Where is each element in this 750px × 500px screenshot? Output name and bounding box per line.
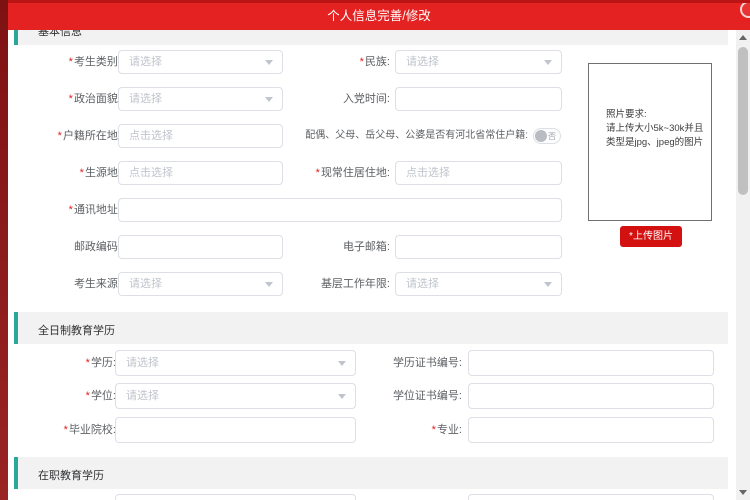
email-field xyxy=(395,235,562,259)
graduate-school-field xyxy=(115,417,356,443)
section-onjob-education-label: 在职教育学历 xyxy=(38,467,104,483)
label-mailing-address: *通讯地址: xyxy=(10,198,121,222)
chevron-down-icon xyxy=(338,361,346,366)
modal-header: 个人信息完善/修改 xyxy=(8,0,750,30)
required-star: * xyxy=(69,204,73,216)
toggle-state-label: 否 xyxy=(548,132,556,142)
chevron-down-icon xyxy=(338,394,346,399)
onjob-cert-field-partial[interactable] xyxy=(468,494,714,500)
label-candidate-type: *考生类别: xyxy=(10,50,121,74)
section-fulltime-education: 全日制教育学历 xyxy=(14,312,728,344)
required-star: * xyxy=(64,424,68,436)
graduate-school-input[interactable] xyxy=(116,418,355,442)
candidate-type-select[interactable]: 请选择 xyxy=(118,50,283,74)
required-star: * xyxy=(86,357,90,369)
page-edge-backdrop xyxy=(0,0,8,500)
mailing-address-field xyxy=(118,198,562,222)
label-postal-code: 邮政编码: xyxy=(10,235,121,259)
education-select[interactable]: 请选择 xyxy=(115,350,356,376)
label-candidate-source: 考生来源: xyxy=(10,272,121,296)
party-join-time-field xyxy=(395,87,562,111)
political-status-select[interactable]: 请选择 xyxy=(118,87,283,111)
required-star: * xyxy=(360,56,364,68)
toggle-knob xyxy=(535,130,547,142)
vertical-scrollbar xyxy=(736,30,750,500)
postal-code-input[interactable] xyxy=(119,236,282,258)
modal-title: 个人信息完善/修改 xyxy=(8,3,750,29)
chevron-down-icon xyxy=(265,60,273,65)
education-cert-no-input[interactable] xyxy=(469,351,713,375)
photo-requirements-title: 照片要求: xyxy=(606,109,647,120)
label-relatives-hukou-question: 配偶、父母、岳父母、公婆是否有河北省常住户籍: xyxy=(298,124,528,148)
required-star: * xyxy=(58,130,62,142)
political-status-placeholder: 请选择 xyxy=(119,88,282,110)
label-ethnicity: *民族: xyxy=(290,50,390,74)
candidate-source-placeholder: 请选择 xyxy=(119,273,282,295)
upload-photo-button[interactable]: *上传图片 xyxy=(620,226,682,247)
required-star: * xyxy=(432,424,436,436)
candidate-source-select[interactable]: 请选择 xyxy=(118,272,283,296)
household-location-field xyxy=(118,124,283,148)
label-degree-cert-no: 学位证书编号: xyxy=(362,383,462,409)
scrollbar-thumb[interactable] xyxy=(738,47,748,195)
required-star: * xyxy=(69,56,73,68)
chevron-down-icon xyxy=(544,282,552,287)
party-join-time-input[interactable] xyxy=(396,88,561,110)
education-cert-no-field xyxy=(468,350,714,376)
degree-cert-no-field xyxy=(468,383,714,409)
chevron-down-icon xyxy=(544,60,552,65)
chevron-down-icon xyxy=(265,282,273,287)
education-placeholder: 请选择 xyxy=(116,351,355,375)
email-input[interactable] xyxy=(396,236,561,258)
major-input[interactable] xyxy=(469,418,713,442)
label-graduate-school: *毕业院校: xyxy=(10,417,116,443)
label-party-join-time: 入党时间: xyxy=(290,87,390,111)
current-residence-field xyxy=(395,161,562,185)
section-basic-info: 基本信息 xyxy=(14,30,728,45)
label-email: 电子邮箱: xyxy=(290,235,390,259)
scroll-up-icon[interactable] xyxy=(739,35,747,40)
required-star: * xyxy=(69,93,73,105)
degree-select[interactable]: 请选择 xyxy=(115,383,356,409)
candidate-type-placeholder: 请选择 xyxy=(119,51,282,73)
grassroots-years-placeholder: 请选择 xyxy=(396,273,561,295)
photo-requirements-body: 请上传大小5k~30k并且类型是jpg、jpeg的图片 xyxy=(606,123,703,148)
ethnicity-placeholder: 请选择 xyxy=(396,51,561,73)
postal-code-field xyxy=(118,235,283,259)
personal-info-modal: 个人信息完善/修改 基本信息 *考生类别: 请选择 *民族: 请选择 *政治面貌… xyxy=(8,0,750,500)
section-basic-info-label: 基本信息 xyxy=(38,30,82,39)
chevron-down-icon xyxy=(265,97,273,102)
label-household-location: *户籍所在地: xyxy=(10,124,121,148)
label-degree: *学位: xyxy=(10,383,116,409)
section-fulltime-education-label: 全日制教育学历 xyxy=(38,322,115,338)
screen: 个人信息完善/修改 基本信息 *考生类别: 请选择 *民族: 请选择 *政治面貌… xyxy=(0,0,750,500)
scroll-down-icon[interactable] xyxy=(739,490,747,495)
label-grassroots-years: 基层工作年限: xyxy=(290,272,390,296)
label-origin-place: *生源地: xyxy=(10,161,121,185)
degree-placeholder: 请选择 xyxy=(116,384,355,408)
grassroots-years-select[interactable]: 请选择 xyxy=(395,272,562,296)
required-star: * xyxy=(80,167,84,179)
required-star: * xyxy=(86,390,90,402)
label-education-cert-no: 学历证书编号: xyxy=(362,350,462,376)
photo-requirements: 照片要求: 请上传大小5k~30k并且类型是jpg、jpeg的图片 xyxy=(606,108,710,150)
section-onjob-education: 在职教育学历 xyxy=(14,457,728,489)
label-political-status: *政治面貌: xyxy=(10,87,121,111)
origin-place-field xyxy=(118,161,283,185)
current-residence-input[interactable] xyxy=(396,162,561,184)
close-icon[interactable] xyxy=(740,1,750,18)
label-current-residence: *现常住居住地: xyxy=(290,161,390,185)
ethnicity-select[interactable]: 请选择 xyxy=(395,50,562,74)
label-major: *专业: xyxy=(362,417,462,443)
degree-cert-no-input[interactable] xyxy=(469,384,713,408)
mailing-address-input[interactable] xyxy=(119,199,561,221)
relatives-hukou-toggle[interactable]: 否 xyxy=(533,128,561,144)
label-education: *学历: xyxy=(10,350,116,376)
required-star: * xyxy=(316,167,320,179)
onjob-education-field-partial[interactable] xyxy=(115,494,356,500)
origin-place-input[interactable] xyxy=(119,162,282,184)
household-location-input[interactable] xyxy=(119,125,282,147)
major-field xyxy=(468,417,714,443)
modal-content: 基本信息 *考生类别: 请选择 *民族: 请选择 *政治面貌: 请选择 入党时间… xyxy=(8,30,731,500)
